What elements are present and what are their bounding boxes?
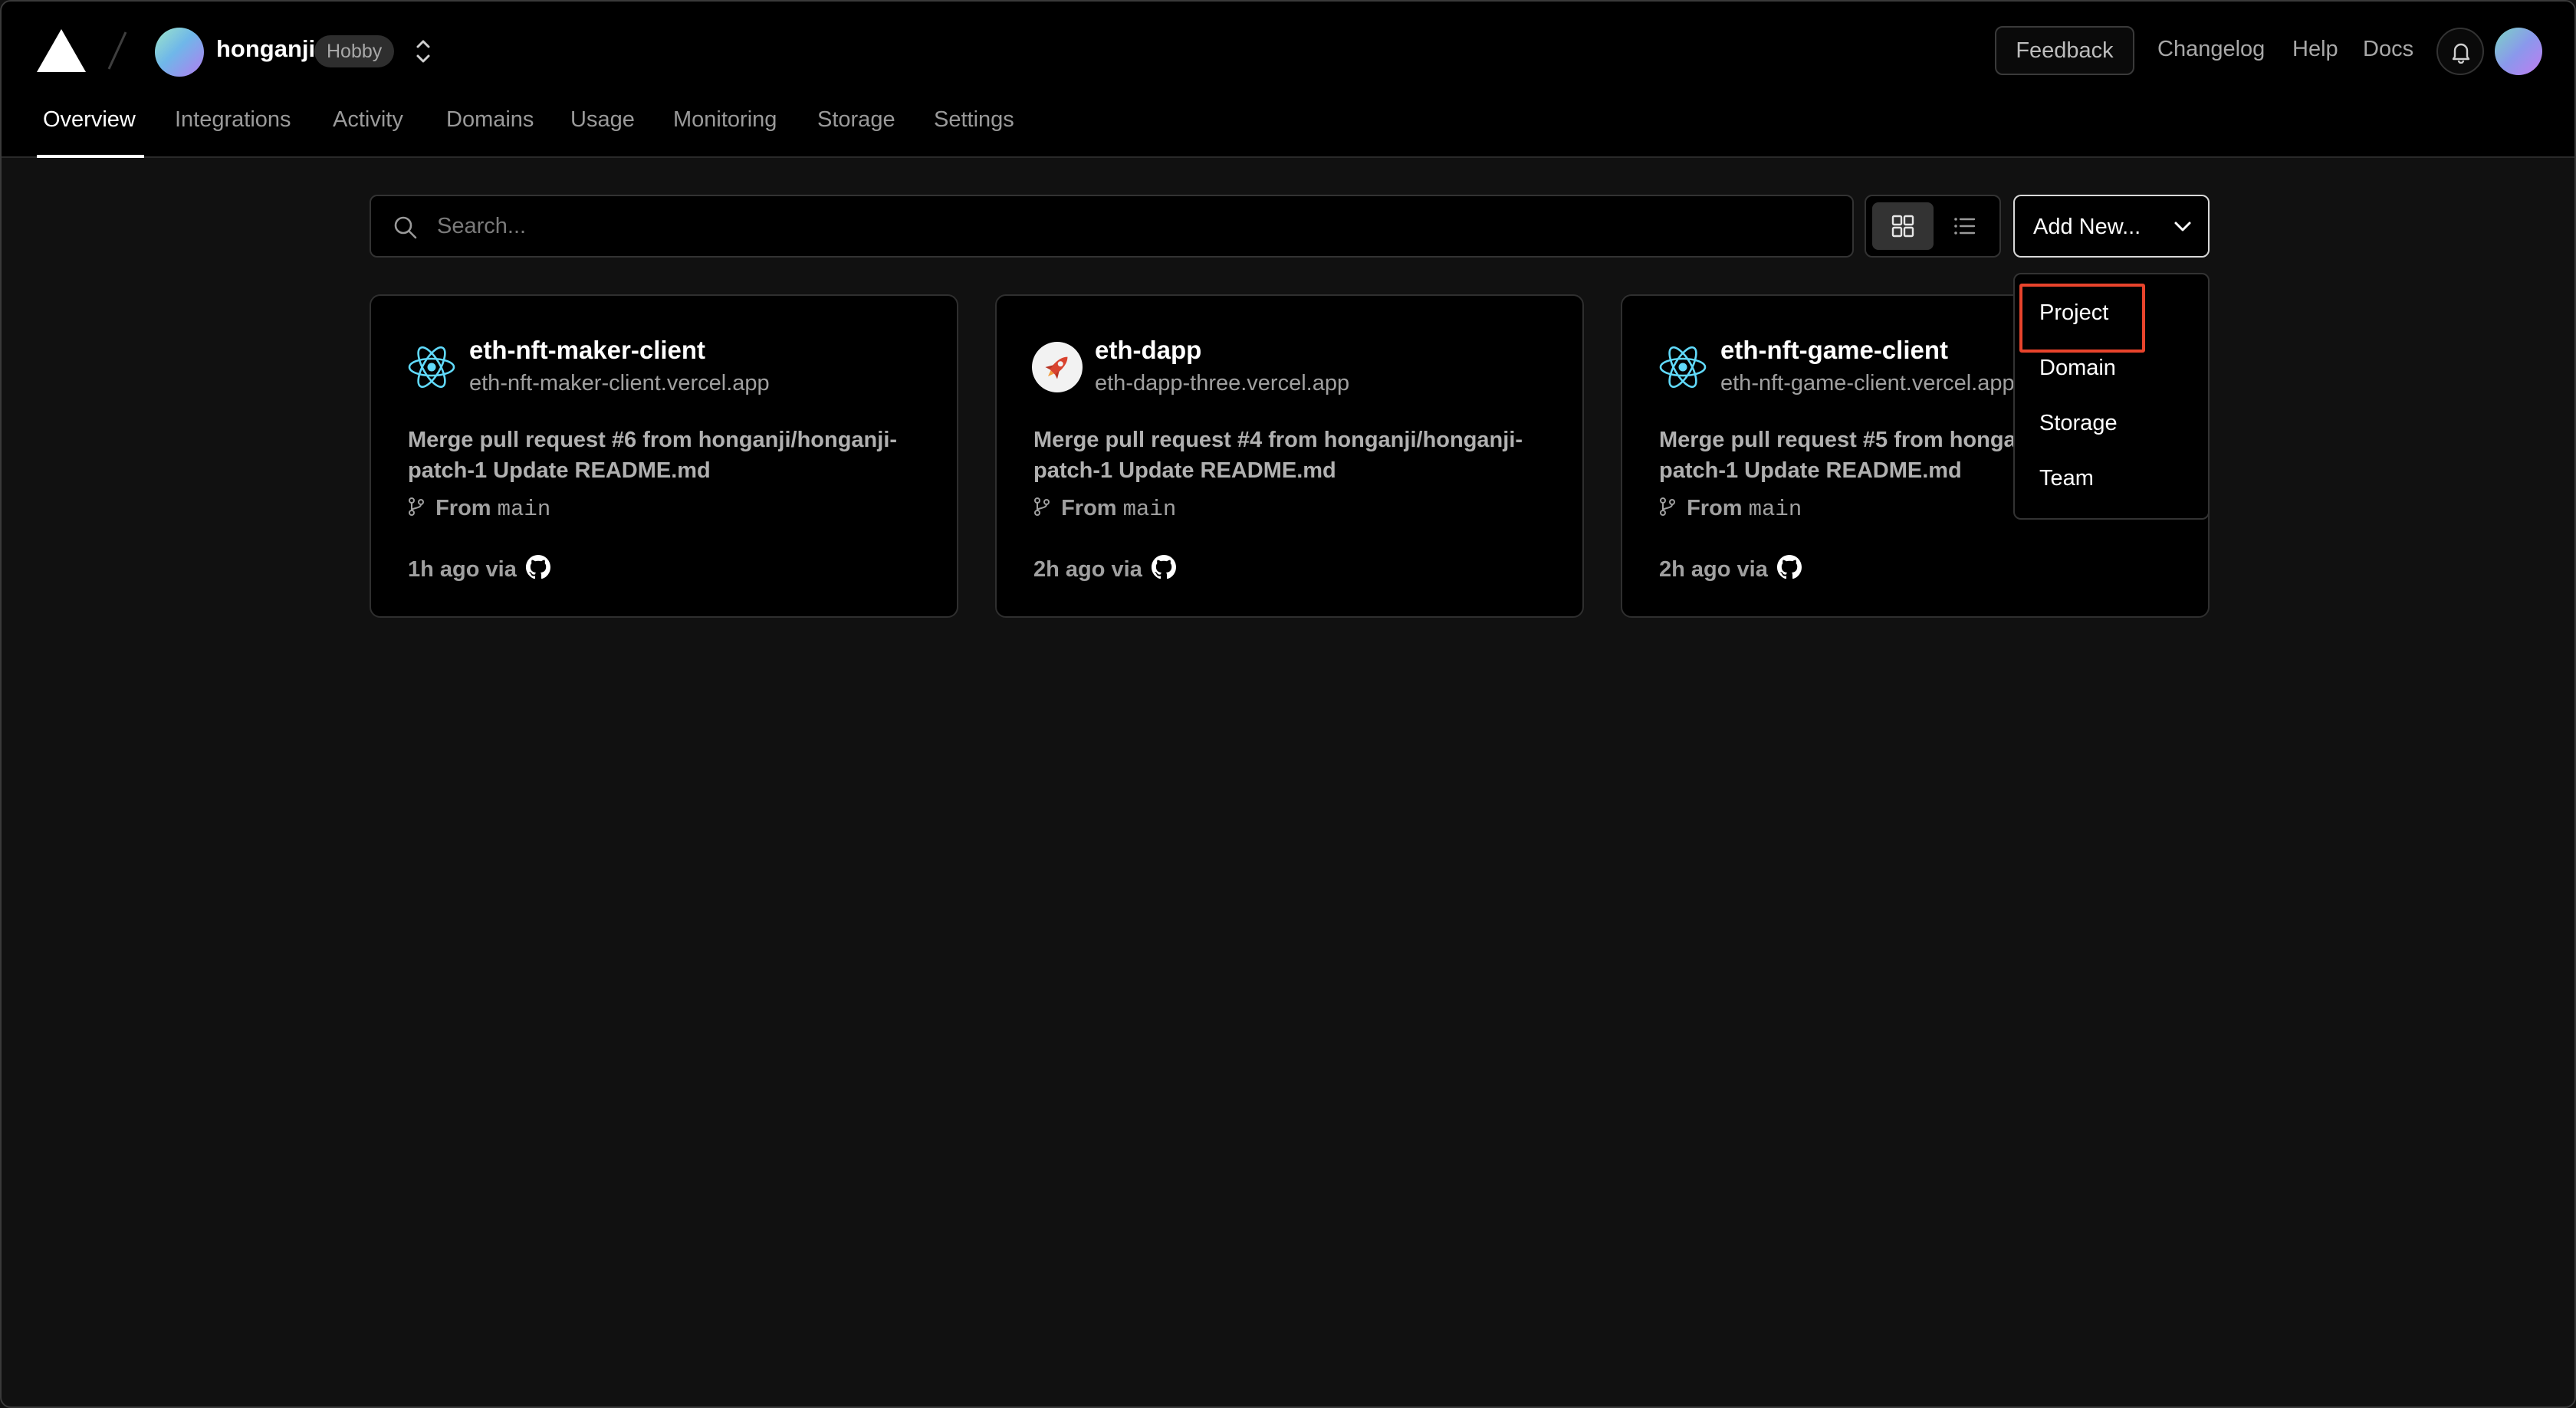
project-name[interactable]: eth-nft-maker-client (469, 336, 705, 365)
deploy-time-text: 2h ago via (1659, 557, 1768, 582)
bell-icon (2452, 43, 2470, 64)
git-branch-icon (1034, 497, 1050, 516)
branch-prefix: From (1687, 496, 1743, 520)
list-view-button[interactable] (1934, 202, 1995, 250)
grid-view-button[interactable] (1872, 202, 1934, 250)
project-card[interactable]: eth-dapp eth-dapp-three.vercel.app Merge… (995, 294, 1584, 618)
add-new-menu: Project Domain Storage Team (2013, 273, 2210, 520)
vercel-logo-icon[interactable] (37, 29, 86, 72)
deploy-time: 1h ago via (408, 552, 550, 583)
plan-badge: Hobby (314, 35, 395, 67)
project-card[interactable]: eth-nft-maker-client eth-nft-maker-clien… (370, 294, 958, 618)
tab-overview[interactable]: Overview (43, 107, 136, 133)
search-icon (394, 216, 417, 239)
project-url[interactable]: eth-dapp-three.vercel.app (1095, 371, 1349, 396)
deploy-time: 2h ago via (1033, 552, 1176, 583)
github-icon[interactable] (1776, 555, 1802, 579)
nav-tabs: Overview Integrations Activity Domains U… (2, 101, 2574, 158)
breadcrumb-separator-icon (107, 31, 127, 70)
tab-settings[interactable]: Settings (934, 107, 1014, 133)
commit-message: Merge pull request #6 from honganji/hong… (408, 428, 898, 483)
branch-name: main (497, 497, 551, 522)
git-branch-icon (1660, 497, 1675, 516)
view-mode-toggle (1865, 195, 2001, 258)
rocket-icon (1032, 342, 1083, 392)
list-icon (1954, 218, 1976, 235)
add-new-label: Add New... (2033, 215, 2141, 239)
github-icon[interactable] (525, 555, 550, 579)
project-url[interactable]: eth-nft-maker-client.vercel.app (469, 371, 770, 396)
tab-integrations[interactable]: Integrations (175, 107, 291, 133)
user-avatar[interactable] (2495, 28, 2542, 75)
search-input[interactable] (437, 196, 1832, 256)
branch-info: From main (1659, 495, 1802, 522)
deploy-time: 2h ago via (1659, 552, 1802, 583)
changelog-link[interactable]: Changelog (2157, 37, 2265, 62)
branch-prefix: From (435, 496, 491, 520)
chevron-down-icon (2174, 222, 2191, 231)
tab-activity[interactable]: Activity (333, 107, 403, 133)
rocket-glyph-icon (1045, 356, 1068, 379)
react-icon (408, 346, 455, 389)
tab-storage[interactable]: Storage (817, 107, 895, 133)
deploy-time-text: 2h ago via (1033, 557, 1142, 582)
deploy-time-text: 1h ago via (408, 557, 517, 582)
search-box[interactable] (370, 195, 1854, 258)
active-tab-indicator (37, 155, 144, 158)
team-switcher-chevron-icon[interactable] (412, 35, 434, 67)
grid-icon (1891, 215, 1914, 238)
tab-domains[interactable]: Domains (446, 107, 534, 133)
menu-item-project[interactable]: Project (2039, 300, 2108, 326)
branch-name: main (1748, 497, 1802, 522)
project-url[interactable]: eth-nft-game-client.vercel.app (1720, 371, 2015, 396)
branch-prefix: From (1061, 496, 1117, 520)
team-avatar[interactable] (155, 28, 204, 77)
branch-info: From main (1033, 495, 1176, 522)
menu-item-domain[interactable]: Domain (2039, 356, 2116, 381)
project-name[interactable]: eth-nft-game-client (1720, 336, 1948, 365)
github-icon[interactable] (1151, 555, 1176, 579)
commit-message: Merge pull request #4 from honganji/hong… (1033, 428, 1523, 483)
top-bar: honganji Hobby Feedback Changelog Help D… (2, 2, 2574, 101)
help-link[interactable]: Help (2292, 37, 2338, 62)
docs-link[interactable]: Docs (2363, 37, 2413, 62)
notifications-button[interactable] (2436, 28, 2484, 75)
menu-item-team[interactable]: Team (2039, 466, 2094, 491)
header: honganji Hobby Feedback Changelog Help D… (2, 2, 2574, 158)
project-name[interactable]: eth-dapp (1095, 336, 1201, 365)
menu-item-storage[interactable]: Storage (2039, 411, 2118, 436)
app-window: honganji Hobby Feedback Changelog Help D… (0, 0, 2576, 1408)
add-new-button[interactable]: Add New... (2013, 195, 2210, 258)
branch-info: From main (408, 495, 550, 522)
feedback-button[interactable]: Feedback (1995, 26, 2134, 75)
team-name[interactable]: honganji (216, 35, 315, 63)
tab-usage[interactable]: Usage (570, 107, 635, 133)
git-branch-icon (409, 497, 424, 516)
branch-name: main (1122, 497, 1177, 522)
react-icon (1659, 346, 1707, 389)
tab-monitoring[interactable]: Monitoring (673, 107, 777, 133)
